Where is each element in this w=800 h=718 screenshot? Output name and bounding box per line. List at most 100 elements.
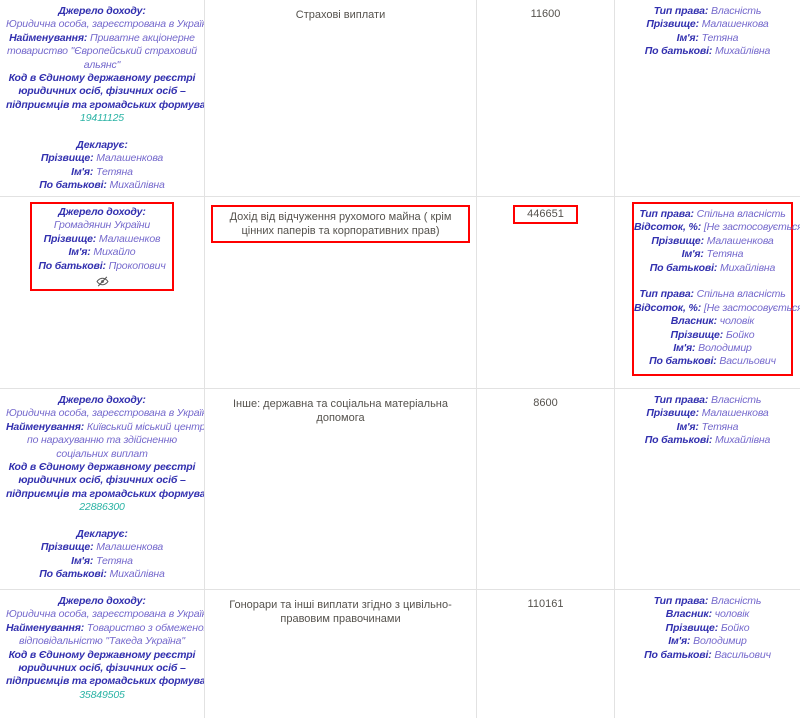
highlight-box: Дохід від відчуження рухомого майна ( кр… — [211, 205, 470, 243]
income-amount-cell: 446651 — [477, 197, 615, 388]
declares-heading: Декларує: — [6, 528, 198, 541]
right-type-line: Тип права: Спільна власність — [634, 288, 791, 301]
income-row: Джерело доходу: Юридична особа, зареєстр… — [0, 590, 800, 718]
field-value: Васильович — [719, 355, 775, 367]
field-label: Відсоток, %: — [634, 221, 701, 233]
field-value: Володимир — [698, 342, 752, 354]
org-name-line: товариство "Європейський страховий — [6, 45, 198, 58]
field-value: Малашенкова — [96, 541, 163, 553]
surname-line: Прізвище: Малашенкова — [6, 541, 198, 554]
field-label: Тип права: — [639, 288, 693, 300]
field-value: Михайлівна — [720, 262, 775, 274]
income-type-cell: Інше: державна та соціальна матеріальна … — [205, 389, 477, 589]
field-value: Спільна власність — [697, 208, 786, 220]
source-entity: Юридична особа, зареєстрована в Україні — [6, 18, 198, 31]
field-value: Малашенкова — [707, 235, 774, 247]
patronymic-line: По батькові: Прокопович — [32, 260, 172, 273]
registry-code-label: юридичних осіб, фізичних осіб – — [6, 662, 198, 675]
field-value: Тетяна — [702, 32, 739, 44]
owner-line: Власник: чоловік — [634, 315, 791, 328]
field-label: Власник: — [666, 608, 712, 620]
field-value: Власність — [711, 5, 761, 17]
surname-line: Прізвище: Малашенков — [32, 233, 172, 246]
right-type-line: Тип права: Власність — [621, 394, 794, 407]
right-type-line: Тип права: Спільна власність — [634, 208, 791, 221]
field-label: Відсоток, %: — [634, 302, 701, 314]
field-label: По батькові: — [38, 260, 106, 272]
firstname-line: Ім'я: Тетяна — [6, 555, 198, 568]
field-label: Ім'я: — [71, 555, 93, 567]
field-label: По батькові: — [39, 179, 107, 191]
field-label: Тип права: — [654, 394, 708, 406]
field-value: Володимир — [693, 635, 747, 647]
field-value: Тетяна — [96, 166, 133, 178]
highlight-box: Тип права: Спільна власність Відсоток, %… — [632, 202, 793, 376]
field-label: Найменування: — [6, 622, 84, 634]
income-type-text: Гонорари та інші виплати згідно з цивіль… — [229, 599, 452, 625]
field-label: Прізвище: — [646, 18, 699, 30]
registry-code-label: юридичних осіб, фізичних осіб – — [6, 85, 198, 98]
field-value: Тетяна — [702, 421, 739, 433]
registry-code-value: 35849505 — [6, 689, 198, 702]
amount-value: 8600 — [533, 397, 557, 409]
field-label: По батькові: — [39, 568, 107, 580]
registry-code-value: 22886300 — [6, 501, 198, 514]
surname-line: Прізвище: Малашенкова — [6, 152, 198, 165]
surname-line: Прізвище: Бойко — [621, 622, 794, 635]
field-label: Прізвище: — [671, 329, 724, 341]
registry-code-label: підприємців та громадських формувань: — [6, 675, 198, 688]
income-row: Джерело доходу: Юридична особа, зареєстр… — [0, 0, 800, 197]
hidden-info-indicator[interactable] — [32, 274, 172, 288]
org-name-line: по нарахуванню та здійсненню — [6, 434, 198, 447]
patronymic-line: По батькові: Михайлівна — [621, 434, 794, 447]
field-value: Малашенкова — [96, 152, 163, 164]
field-value: Михайло — [93, 246, 135, 258]
income-type-text: Дохід від відчуження рухомого майна ( кр… — [230, 211, 452, 237]
income-type-text: Страхові виплати — [296, 9, 385, 21]
firstname-line: Ім'я: Тетяна — [621, 421, 794, 434]
field-label: Ім'я: — [68, 246, 90, 258]
field-label: Джерело доходу: — [58, 394, 145, 406]
income-source-cell: Джерело доходу: Юридична особа, зареєстр… — [0, 590, 205, 718]
field-value: Спільна власність — [697, 288, 786, 300]
income-amount-cell: 11600 — [477, 0, 615, 196]
income-rights-cell: Тип права: Власність Власник: чоловік Пр… — [615, 590, 800, 718]
owner-line: Власник: чоловік — [621, 608, 794, 621]
income-source-cell: Джерело доходу: Громадянин України Прізв… — [0, 197, 205, 388]
declares-heading: Декларує: — [6, 139, 198, 152]
field-label: Власник: — [671, 315, 717, 327]
org-name-line: відповідальністю "Такеда Україна" — [6, 635, 198, 648]
field-label: Прізвище: — [646, 407, 699, 419]
firstname-line: Ім'я: Тетяна — [6, 166, 198, 179]
field-value: [Не застосовується] — [704, 221, 800, 233]
income-type-cell: Дохід від відчуження рухомого майна ( кр… — [205, 197, 477, 388]
field-value: Михайлівна — [110, 568, 165, 580]
patronymic-line: По батькові: Михайлівна — [6, 568, 198, 581]
field-label: Прізвище: — [41, 541, 94, 553]
field-label: Джерело доходу: — [58, 206, 145, 218]
patronymic-line: По батькові: Михайлівна — [621, 45, 794, 58]
field-label: Тип права: — [639, 208, 693, 220]
field-value: Власність — [711, 595, 761, 607]
percent-line: Відсоток, %: [Не застосовується] — [634, 221, 791, 234]
field-label: Найменування: — [9, 32, 87, 44]
source-heading: Джерело доходу: — [32, 206, 172, 219]
field-label: По батькові: — [644, 649, 712, 661]
eye-off-icon[interactable] — [96, 275, 109, 288]
field-value: Товариство з обмеженою — [87, 622, 205, 634]
firstname-line: Ім'я: Михайло — [32, 246, 172, 259]
income-declaration-table: Джерело доходу: Юридична особа, зареєстр… — [0, 0, 800, 718]
field-label: Ім'я: — [71, 166, 93, 178]
field-label: Прізвище: — [44, 233, 97, 245]
field-value: Михайлівна — [715, 434, 770, 446]
income-source-cell: Джерело доходу: Юридична особа, зареєстр… — [0, 389, 205, 589]
highlight-box: 446651 — [513, 205, 578, 224]
source-entity: Юридична особа, зареєстрована в Україні — [6, 407, 198, 420]
field-label: Прізвище: — [41, 152, 94, 164]
source-heading: Джерело доходу: — [6, 394, 198, 407]
org-name-line: Найменування: Товариство з обмеженою — [6, 622, 198, 635]
field-label: Декларує: — [76, 528, 127, 540]
field-value: Малашенкова — [702, 407, 769, 419]
firstname-line: Ім'я: Володимир — [621, 635, 794, 648]
income-amount-cell: 8600 — [477, 389, 615, 589]
